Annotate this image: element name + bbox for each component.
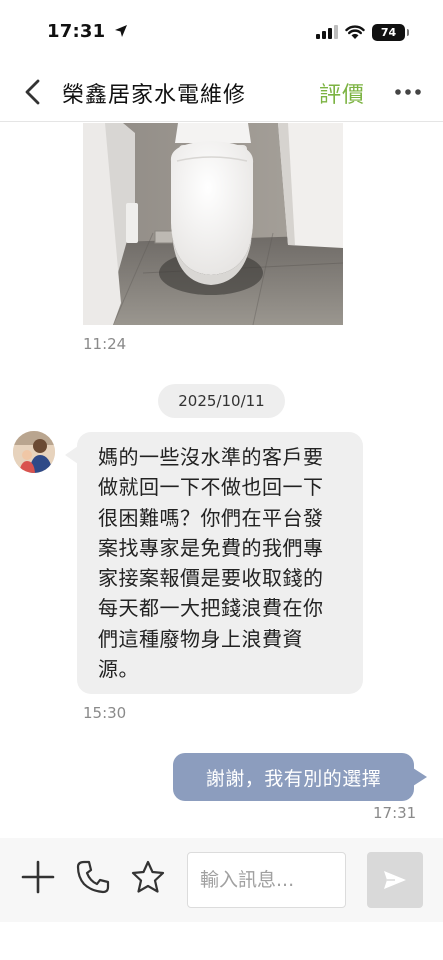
avatar[interactable] — [13, 431, 55, 473]
status-time: 17:31 — [47, 21, 128, 42]
status-time-text: 17:31 — [47, 21, 106, 42]
add-button[interactable] — [19, 858, 57, 896]
send-icon — [384, 871, 406, 889]
location-arrow-icon — [114, 25, 127, 37]
status-bar: 17:31 74 — [0, 0, 443, 62]
photo-message[interactable] — [83, 123, 343, 325]
back-button[interactable] — [16, 76, 48, 108]
chevron-left-icon — [25, 79, 40, 105]
status-indicators: 74 — [316, 22, 409, 42]
message-line: 案找專家是免費的我們專 — [98, 535, 324, 560]
outgoing-message-text: 謝謝，我有別的選擇 — [205, 767, 382, 790]
chat-header: 榮鑫居家水電維修 評價 — [0, 62, 443, 122]
date-divider-text: 2025/10/11 — [178, 392, 265, 410]
call-button[interactable] — [74, 858, 112, 896]
incoming-timestamp: 15:30 — [83, 704, 127, 722]
photo-timestamp: 11:24 — [83, 335, 127, 353]
battery-level: 74 — [380, 25, 397, 39]
message-line: 做就回一下不做也回一下 — [98, 475, 324, 500]
rate-button[interactable]: 評價 — [319, 77, 365, 109]
cellular-signal-icon — [316, 25, 338, 39]
message-line: 們這種廢物身上浪費資 — [98, 626, 303, 651]
plus-icon — [21, 860, 55, 894]
toilet-photo — [83, 123, 343, 325]
message-line: 家接案報價是要收取錢的 — [98, 566, 324, 591]
send-button[interactable] — [367, 852, 423, 908]
input-bar — [0, 838, 443, 922]
message-line: 媽的一些沒水準的客戶要 — [98, 445, 324, 469]
outgoing-message-bubble[interactable]: 謝謝，我有別的選擇 — [173, 753, 427, 801]
outgoing-timestamp: 17:31 — [373, 804, 417, 822]
battery-icon: 74 — [372, 23, 409, 41]
message-line: 每天都一大把錢浪費在你 — [98, 596, 324, 621]
avatar-photo — [13, 431, 55, 473]
phone-icon — [76, 860, 110, 894]
incoming-message-bubble[interactable]: 媽的一些沒水準的客戶要 做就回一下不做也回一下 很困難嗎？你們在平台發 案找專家… — [65, 432, 363, 694]
date-divider: 2025/10/11 — [158, 384, 285, 418]
message-line: 很困難嗎？你們在平台發 — [98, 505, 324, 530]
wifi-icon — [345, 24, 365, 39]
chat-title: 榮鑫居家水電維修 — [62, 83, 247, 108]
favorite-button[interactable] — [129, 858, 167, 896]
message-line: 源。 — [98, 657, 139, 682]
more-horizontal-icon — [395, 89, 421, 95]
star-icon — [131, 860, 165, 893]
message-list[interactable]: 11:24 2025/10/11 媽的一些沒水準的客戶要 做就回一下不做也回一下… — [0, 123, 443, 838]
message-input[interactable] — [187, 852, 346, 908]
more-button[interactable] — [390, 76, 426, 108]
